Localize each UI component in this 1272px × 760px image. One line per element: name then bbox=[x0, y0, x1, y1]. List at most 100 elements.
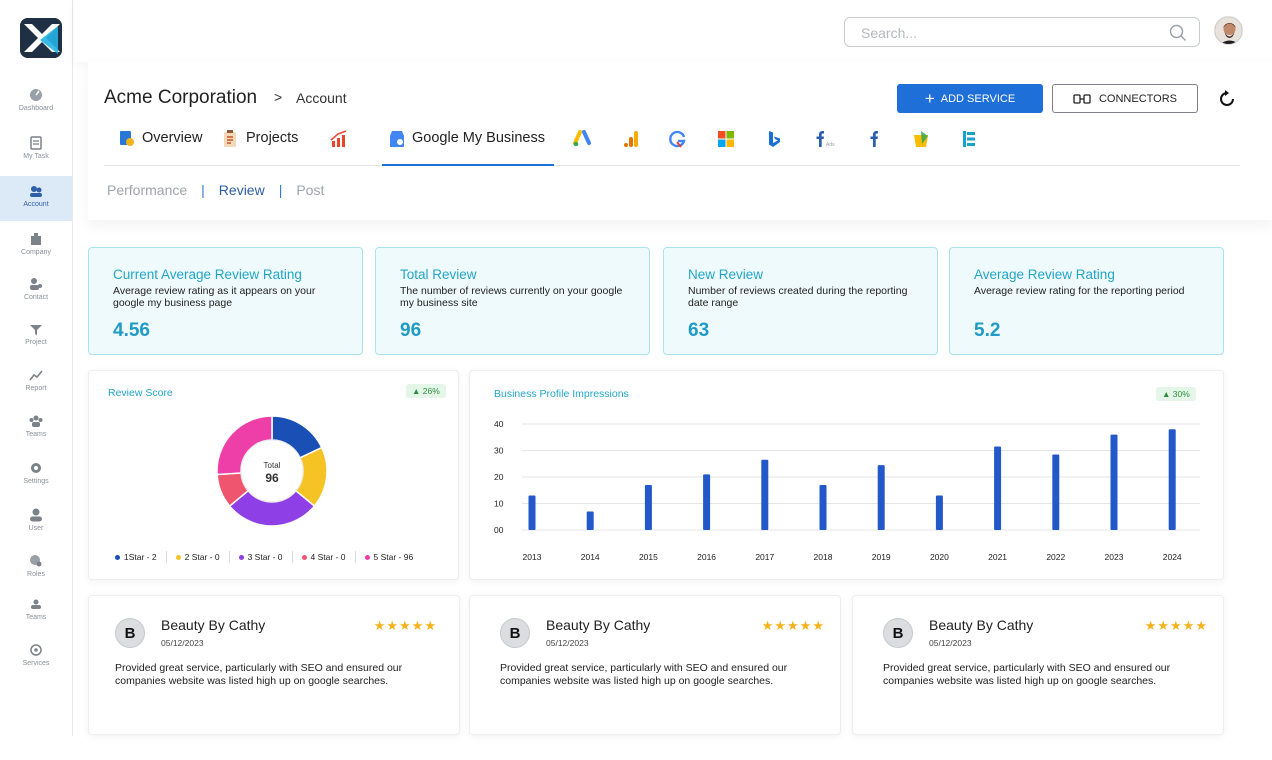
kpi-title: Total Review bbox=[400, 267, 477, 282]
sidebar-item-dashboard[interactable]: Dashboard bbox=[0, 88, 72, 132]
sidebar-item-contact[interactable]: Contact bbox=[0, 277, 72, 321]
x-tick-label: 2020 bbox=[930, 552, 949, 562]
legend-item: 4 Star - 0 bbox=[301, 552, 346, 562]
tab-google-analytics[interactable] bbox=[622, 130, 640, 166]
sidebar-item-services[interactable]: Services bbox=[0, 643, 72, 687]
star-rating: ★★★★★ bbox=[1144, 618, 1208, 633]
bar-2024[interactable] bbox=[1168, 429, 1176, 530]
google-ads-icon bbox=[573, 130, 591, 147]
refresh-icon[interactable] bbox=[1217, 89, 1237, 109]
tab-facebook-ads[interactable]: Ads bbox=[812, 130, 838, 166]
bar-2015[interactable] bbox=[644, 484, 652, 530]
sidebar-item-label: Contact bbox=[23, 294, 49, 301]
x-tick-label: 2016 bbox=[697, 552, 716, 562]
reviewer-avatar: B bbox=[500, 618, 530, 648]
legend-label: 2 Star - 0 bbox=[184, 552, 220, 562]
bar-2020[interactable] bbox=[935, 495, 943, 530]
connectors-button[interactable]: CONNECTORS bbox=[1052, 84, 1198, 113]
impressions-title: Business Profile Impressions bbox=[494, 388, 629, 400]
x-tick-label: 2019 bbox=[872, 552, 891, 562]
bar-2022[interactable] bbox=[1052, 454, 1060, 530]
bar-2018[interactable] bbox=[819, 484, 827, 530]
google-my-business-icon bbox=[390, 131, 404, 147]
tab-analytics[interactable] bbox=[330, 130, 348, 166]
tab-overview[interactable]: Overview bbox=[118, 130, 202, 166]
tab-label: Projects bbox=[246, 130, 299, 146]
x-tick-label: 2021 bbox=[988, 552, 1007, 562]
microsoft-icon bbox=[718, 131, 734, 147]
sidebar-item-company[interactable]: Company bbox=[0, 232, 72, 276]
google-analytics-icon bbox=[624, 131, 638, 147]
kpi-current-average-rating: Current Average Review Rating Average re… bbox=[88, 247, 363, 355]
breadcrumb-company[interactable]: Acme Corporation bbox=[104, 87, 257, 109]
tab-google-my-business[interactable]: Google My Business bbox=[382, 130, 554, 166]
search-box bbox=[844, 17, 1200, 47]
tab-microsoft[interactable] bbox=[717, 130, 735, 166]
review-text: Provided great service, particularly wit… bbox=[500, 662, 788, 687]
kpi-title: Current Average Review Rating bbox=[113, 267, 302, 282]
subtab-review[interactable]: Review bbox=[219, 182, 265, 198]
sidebar-item-teams-2[interactable]: Teams bbox=[0, 597, 72, 641]
review-score-badge: ▲ 26% bbox=[406, 384, 446, 398]
bar-2014[interactable] bbox=[586, 511, 594, 530]
search-input[interactable] bbox=[861, 24, 1151, 42]
app-logo[interactable] bbox=[20, 18, 62, 58]
legend-item: 5 Star - 96 bbox=[364, 552, 413, 562]
legend-divider bbox=[228, 551, 230, 563]
add-service-button[interactable]: + ADD SERVICE bbox=[897, 84, 1043, 113]
settings-icon bbox=[31, 463, 41, 473]
sidebar-item-roles[interactable]: Roles bbox=[0, 554, 72, 598]
review-card: B Beauty By Cathy 05/12/2023 ★★★★★ Provi… bbox=[88, 595, 460, 735]
legend-dot bbox=[115, 554, 120, 560]
tab-google-search-console[interactable] bbox=[669, 130, 687, 166]
sidebar-item-report[interactable]: Report bbox=[0, 368, 72, 412]
sidebar-item-label: Account bbox=[23, 201, 49, 208]
sidebar-item-label: Dashboard bbox=[18, 105, 54, 112]
legend-divider bbox=[291, 551, 293, 563]
review-date: 05/12/2023 bbox=[546, 638, 589, 648]
donut-center-label: Total bbox=[264, 461, 281, 470]
user-icon bbox=[30, 508, 42, 522]
tab-facebook[interactable] bbox=[866, 130, 884, 166]
bar-2016[interactable] bbox=[703, 474, 711, 530]
roles-icon bbox=[30, 555, 42, 567]
impressions-bar-chart: 00 10 20 30 40 2013 2014 2015 2016 2017 2018 2019 20… bbox=[494, 419, 1200, 562]
subtab-post[interactable]: Post bbox=[296, 182, 324, 198]
tab-shopping[interactable] bbox=[912, 130, 930, 166]
sidebar-item-label: Report bbox=[25, 385, 47, 392]
tab-bing[interactable] bbox=[765, 130, 783, 166]
reviewer-name: Beauty By Cathy bbox=[546, 617, 651, 633]
sidebar-item-account[interactable]: Account bbox=[0, 176, 72, 221]
kpi-average-review-rating: Average Review Rating Average review rat… bbox=[949, 247, 1224, 355]
sidebar-item-my-task[interactable]: My Task bbox=[0, 136, 72, 180]
review-score-title: Review Score bbox=[108, 387, 173, 399]
sidebar-item-settings[interactable]: Settings bbox=[0, 461, 72, 505]
breadcrumb-separator: > bbox=[274, 89, 283, 105]
subtab-performance[interactable]: Performance bbox=[107, 182, 187, 198]
kpi-value: 96 bbox=[400, 320, 422, 341]
bar-2023[interactable] bbox=[1110, 434, 1118, 530]
legend-item: 2 Star - 0 bbox=[175, 552, 220, 562]
x-tick-label: 2022 bbox=[1046, 552, 1065, 562]
legend-item: 1Star - 2 bbox=[115, 552, 157, 562]
kpi-description: The number of reviews currently on your … bbox=[400, 285, 623, 309]
account-header: Acme Corporation > Account + ADD SERVICE… bbox=[88, 62, 1272, 220]
tab-google-ads[interactable] bbox=[573, 130, 591, 166]
user-avatar[interactable] bbox=[1214, 16, 1243, 45]
sidebar-item-label: Roles bbox=[27, 571, 45, 578]
search-icon[interactable] bbox=[1169, 24, 1187, 42]
sidebar-item-user[interactable]: User bbox=[0, 508, 72, 552]
subtab-divider: | bbox=[278, 182, 283, 198]
legend-item: 3 Star - 0 bbox=[238, 552, 283, 562]
bar-2017[interactable] bbox=[761, 459, 769, 530]
sidebar-item-teams[interactable]: Teams bbox=[0, 414, 72, 458]
impressions-panel: Business Profile Impressions ▲ 30% 00 10 2… bbox=[469, 370, 1224, 580]
tab-tag-manager[interactable] bbox=[960, 130, 978, 166]
report-icon bbox=[29, 370, 43, 381]
sidebar-item-project[interactable]: Project bbox=[0, 322, 72, 366]
review-date: 05/12/2023 bbox=[929, 638, 972, 648]
bar-2019[interactable] bbox=[877, 465, 885, 530]
bar-2021[interactable] bbox=[994, 446, 1002, 530]
bar-2013[interactable] bbox=[528, 495, 536, 530]
tab-projects[interactable]: Projects bbox=[222, 130, 298, 166]
